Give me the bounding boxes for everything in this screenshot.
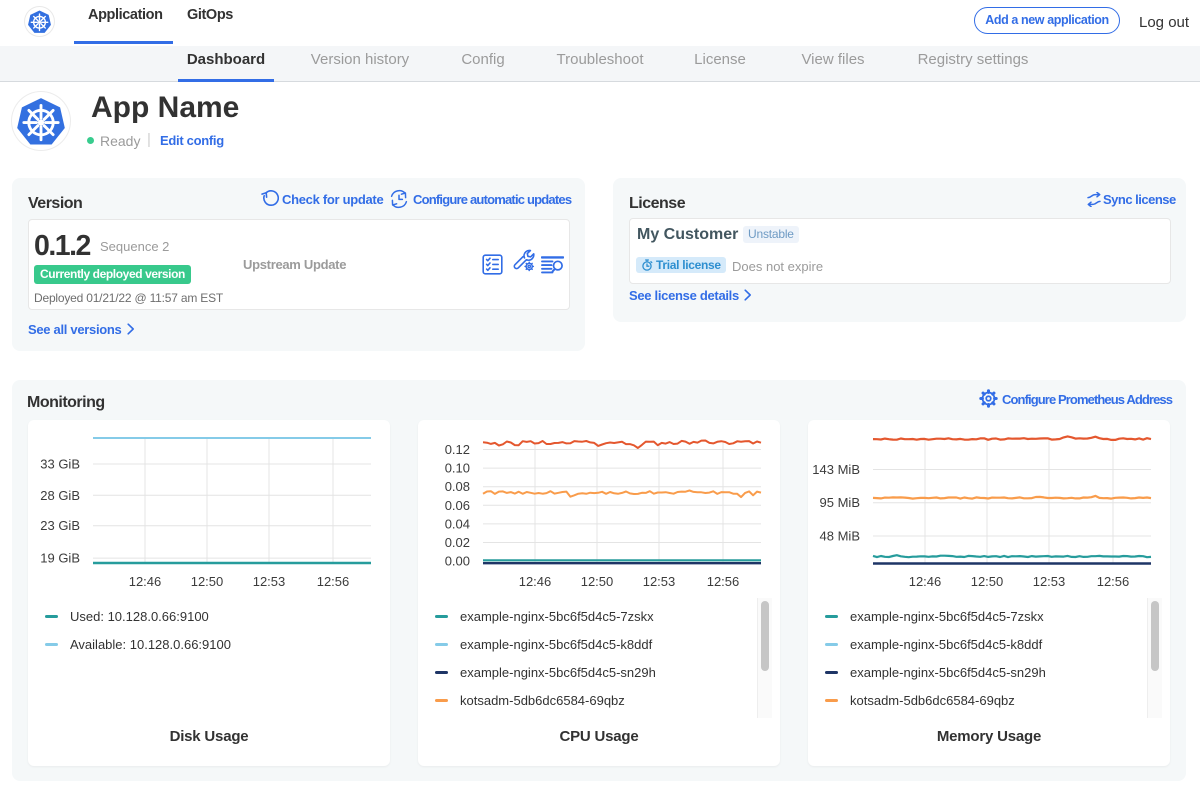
svg-text:12:50: 12:50 — [581, 574, 614, 589]
svg-text:12:46: 12:46 — [909, 574, 942, 589]
svg-text:12:50: 12:50 — [971, 574, 1004, 589]
svg-text:0.06: 0.06 — [445, 498, 470, 513]
svg-text:0.10: 0.10 — [445, 461, 470, 476]
svg-text:12:46: 12:46 — [519, 574, 552, 589]
svg-text:12:50: 12:50 — [191, 574, 224, 589]
svg-text:0.00: 0.00 — [445, 554, 470, 569]
svg-text:12:53: 12:53 — [253, 574, 286, 589]
svg-text:0.12: 0.12 — [445, 442, 470, 457]
svg-text:12:56: 12:56 — [707, 574, 740, 589]
svg-text:12:53: 12:53 — [643, 574, 676, 589]
svg-text:12:56: 12:56 — [317, 574, 350, 589]
svg-text:19 GiB: 19 GiB — [40, 551, 80, 566]
svg-text:0.08: 0.08 — [445, 479, 470, 494]
svg-text:23 GiB: 23 GiB — [40, 518, 80, 533]
svg-text:48 MiB: 48 MiB — [820, 529, 860, 544]
svg-text:12:46: 12:46 — [129, 574, 162, 589]
svg-text:0.02: 0.02 — [445, 535, 470, 550]
svg-text:28 GiB: 28 GiB — [40, 488, 80, 503]
svg-text:12:53: 12:53 — [1033, 574, 1066, 589]
svg-text:12:56: 12:56 — [1097, 574, 1130, 589]
svg-text:33 GiB: 33 GiB — [40, 457, 80, 472]
svg-text:0.04: 0.04 — [445, 516, 470, 531]
svg-text:95 MiB: 95 MiB — [820, 495, 860, 510]
svg-text:143 MiB: 143 MiB — [812, 462, 860, 477]
